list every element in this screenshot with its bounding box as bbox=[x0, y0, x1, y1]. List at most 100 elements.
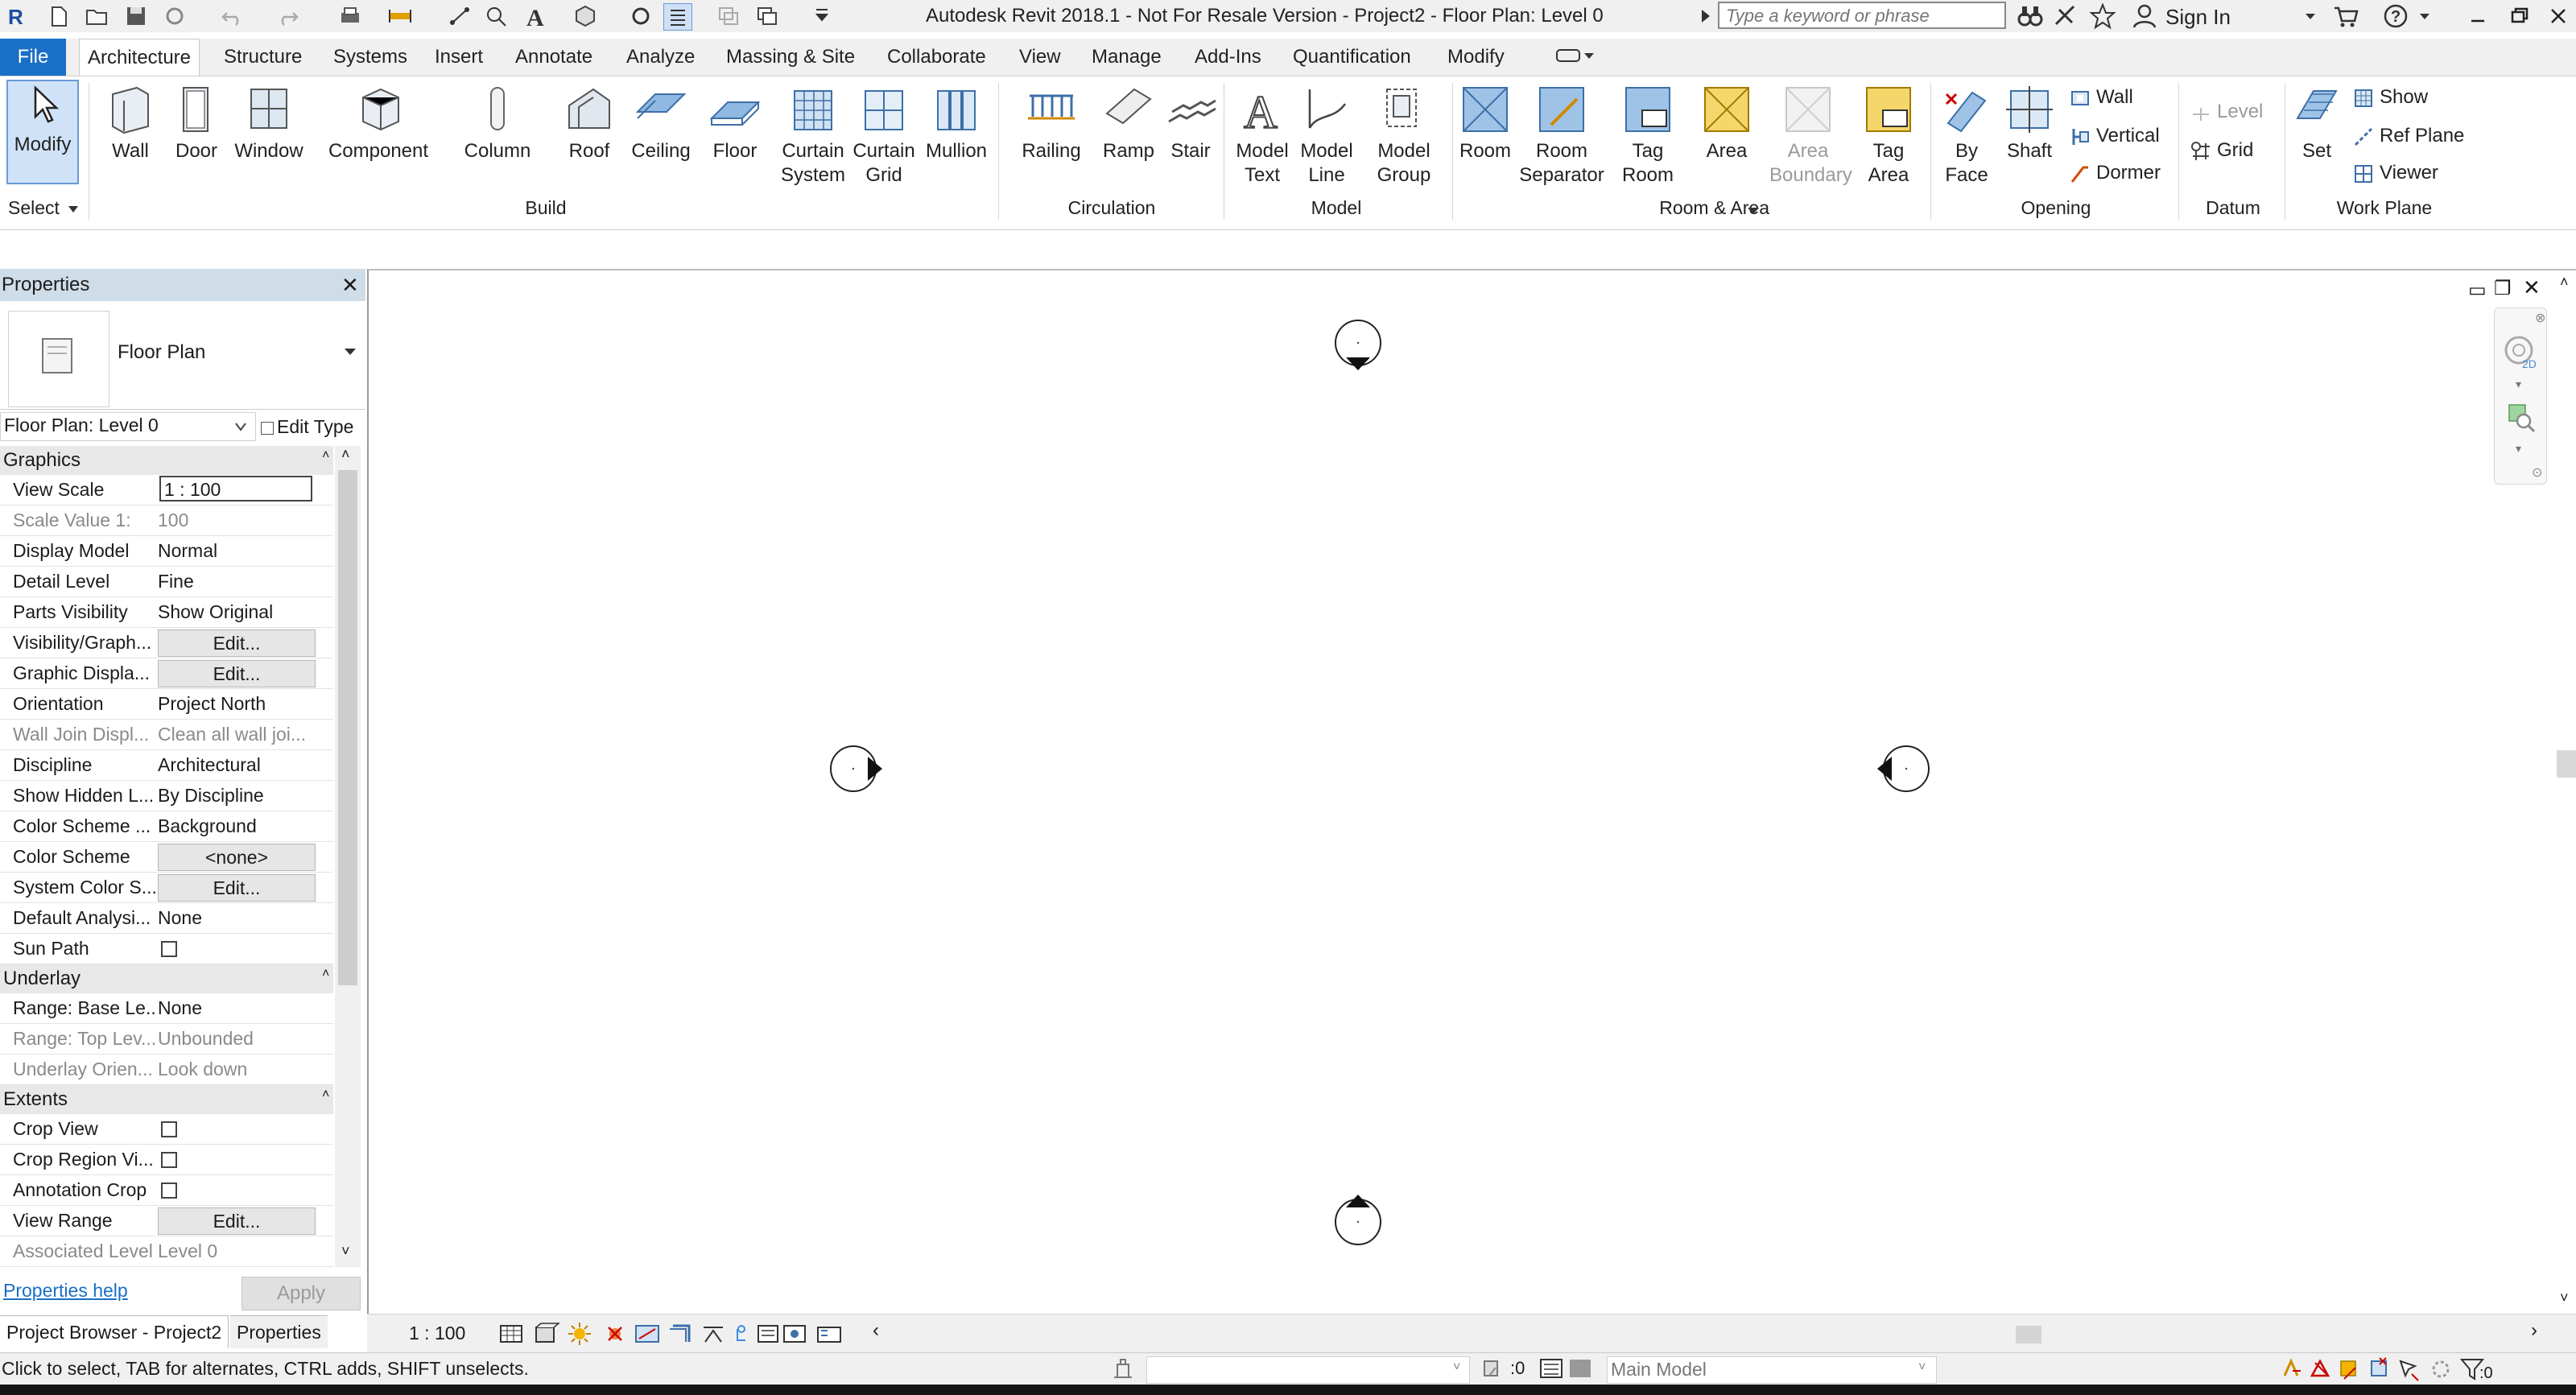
tab-modify[interactable]: Modify bbox=[1443, 39, 1509, 76]
room-button[interactable]: Room bbox=[1455, 83, 1515, 163]
room-area-panel-dropdown-icon[interactable] bbox=[1747, 205, 1760, 220]
area-button[interactable]: Area bbox=[1697, 83, 1757, 163]
group-graphics[interactable]: Graphics ˄ bbox=[0, 446, 333, 475]
open-folder-icon[interactable] bbox=[84, 3, 111, 29]
tab-add-ins[interactable]: Add-Ins bbox=[1190, 39, 1266, 76]
tab-systems[interactable]: Systems bbox=[328, 39, 412, 76]
help-dropdown-icon[interactable] bbox=[2410, 2, 2439, 31]
prop-row-display-model[interactable]: Display Model Normal bbox=[0, 536, 333, 567]
prop-value[interactable]: Architectural bbox=[158, 750, 316, 780]
autodesk-app-store-cart-icon[interactable] bbox=[2331, 2, 2360, 31]
grid-button[interactable]: Grid bbox=[2190, 139, 2253, 163]
room-area-panel-title[interactable]: Room & Area bbox=[1455, 197, 1769, 219]
tab-architecture[interactable]: Architecture bbox=[79, 39, 200, 76]
view-minimize-icon[interactable]: ▭ bbox=[2468, 279, 2487, 302]
help-icon[interactable]: ? bbox=[2381, 2, 2410, 31]
tab-project-browser[interactable]: Project Browser - Project2 bbox=[0, 1315, 229, 1348]
active-design-option-dropdown[interactable]: Main Model ˅ bbox=[1607, 1356, 1937, 1384]
annotation-crop-checkbox[interactable] bbox=[161, 1182, 177, 1199]
prop-row-parts-visibility[interactable]: Parts Visibility Show Original bbox=[0, 597, 333, 628]
collapse-extents-icon[interactable]: ˄ bbox=[322, 1080, 329, 1109]
tab-massing-site[interactable]: Massing & Site bbox=[721, 39, 860, 76]
minimize-window-icon[interactable] bbox=[2463, 2, 2492, 31]
collapse-underlay-icon[interactable]: ˄ bbox=[322, 960, 329, 988]
group-extents[interactable]: Extents ˄ bbox=[0, 1085, 333, 1114]
tab-analyze[interactable]: Analyze bbox=[621, 39, 700, 76]
search-expand-arrow-icon[interactable] bbox=[1700, 8, 1711, 28]
mullion-button[interactable]: Mullion bbox=[919, 83, 993, 163]
canvas-scroll-down-icon[interactable]: ˅ bbox=[2560, 1290, 2569, 1306]
prop-value[interactable]: Normal bbox=[158, 536, 316, 566]
prop-row-default-analysis[interactable]: Default Analysi... None bbox=[0, 903, 333, 934]
sun-path-checkbox[interactable] bbox=[161, 941, 177, 957]
default-3d-view-icon[interactable] bbox=[572, 3, 599, 29]
scroll-up-arrow-icon[interactable]: ˄ bbox=[341, 446, 350, 463]
elevation-marker-north[interactable] bbox=[1330, 316, 1386, 383]
thin-lines-icon[interactable] bbox=[663, 3, 692, 31]
vertical-opening-button[interactable]: Vertical bbox=[2069, 125, 2160, 148]
canvas-horizontal-scrollbar-thumb[interactable] bbox=[2016, 1326, 2041, 1343]
model-group-button[interactable]: Model Group bbox=[1365, 83, 1443, 188]
favorites-star-icon[interactable] bbox=[2088, 2, 2117, 31]
prop-value[interactable]: None bbox=[158, 993, 316, 1023]
prop-row-orientation[interactable]: Orientation Project North bbox=[0, 689, 333, 720]
ramp-button[interactable]: Ramp bbox=[1095, 83, 1162, 163]
column-button[interactable]: Column bbox=[456, 83, 539, 163]
view-close-icon[interactable]: ✕ bbox=[2523, 275, 2541, 300]
canvas-horizontal-scrollbar[interactable] bbox=[889, 1326, 2539, 1343]
tag-area-button[interactable]: Tag Area bbox=[1850, 83, 1927, 188]
graphic-display-edit-button[interactable]: Edit... bbox=[158, 660, 316, 687]
tab-view[interactable]: View bbox=[1014, 39, 1066, 76]
prop-row-range-base-level[interactable]: Range: Base Le... None bbox=[0, 993, 333, 1024]
user-icon[interactable] bbox=[2130, 2, 2159, 31]
collapse-graphics-icon[interactable]: ˄ bbox=[322, 441, 329, 470]
nav-bar-options-icon[interactable]: ⊙ bbox=[2532, 464, 2542, 481]
system-color-schemes-edit-button[interactable]: Edit... bbox=[158, 874, 316, 902]
sync-icon[interactable] bbox=[161, 3, 188, 29]
shaft-button[interactable]: Shaft bbox=[2000, 83, 2059, 163]
curtain-system-button[interactable]: Curtain System bbox=[776, 83, 850, 188]
drawing-area[interactable]: ▭ ❐ ✕ ⊗ 2D ▾ ▾ ⊙ ˄ ˅ bbox=[367, 269, 2576, 1315]
select-panel-title[interactable]: Select bbox=[8, 197, 72, 219]
view-restore-icon[interactable]: ❐ bbox=[2494, 277, 2512, 300]
new-file-icon[interactable] bbox=[45, 3, 72, 29]
print-icon[interactable] bbox=[336, 3, 364, 29]
tab-properties[interactable]: Properties bbox=[230, 1315, 328, 1348]
level-button[interactable]: Level bbox=[2190, 101, 2263, 124]
tab-annotate[interactable]: Annotate bbox=[510, 39, 597, 76]
prop-value[interactable]: None bbox=[158, 903, 316, 933]
text-icon[interactable]: A bbox=[522, 3, 549, 31]
steering-wheel-icon[interactable]: 2D bbox=[2501, 332, 2540, 375]
railing-button[interactable]: Railing bbox=[1016, 83, 1087, 163]
measure-icon[interactable] bbox=[386, 3, 414, 29]
elevation-marker-east[interactable] bbox=[1860, 741, 1934, 797]
view-range-edit-button[interactable]: Edit... bbox=[158, 1207, 316, 1235]
stair-button[interactable]: Stair bbox=[1162, 83, 1219, 163]
tab-quantification[interactable]: Quantification bbox=[1288, 39, 1416, 76]
sign-in-dropdown-icon[interactable] bbox=[2296, 2, 2325, 31]
subscription-center-icon[interactable] bbox=[2051, 2, 2080, 31]
wall-opening-button[interactable]: Wall bbox=[2069, 86, 2133, 109]
crop-region-visible-checkbox[interactable] bbox=[161, 1152, 177, 1168]
zoom-region-icon[interactable] bbox=[2504, 402, 2537, 438]
viewer-button[interactable]: Viewer bbox=[2352, 162, 2438, 185]
prop-row-detail-level[interactable]: Detail Level Fine bbox=[0, 567, 333, 597]
tab-structure[interactable]: Structure bbox=[219, 39, 307, 76]
dormer-opening-button[interactable]: Dormer bbox=[2069, 162, 2161, 185]
roof-button[interactable]: Roof bbox=[555, 83, 623, 163]
close-properties-icon[interactable]: ✕ bbox=[341, 269, 359, 301]
prop-value[interactable]: Fine bbox=[158, 567, 316, 596]
canvas-vertical-scrollbar[interactable]: ˄ ˅ bbox=[2553, 270, 2576, 1315]
elevation-marker-south[interactable] bbox=[1330, 1182, 1386, 1249]
ribbon-minimize-toggle-icon[interactable] bbox=[1555, 45, 1600, 68]
tab-file[interactable]: File bbox=[0, 39, 66, 76]
view-scale-button[interactable]: 1 : 100 bbox=[409, 1323, 465, 1344]
instance-filter-dropdown[interactable]: Floor Plan: Level 0 bbox=[0, 412, 256, 441]
elevation-marker-west[interactable] bbox=[826, 741, 900, 797]
prop-row-color-scheme-location[interactable]: Color Scheme ... Background bbox=[0, 811, 333, 842]
section-icon[interactable] bbox=[628, 3, 655, 29]
canvas-vertical-scrollbar-thumb[interactable] bbox=[2557, 750, 2576, 778]
tag-room-button[interactable]: Tag Room bbox=[1612, 83, 1684, 188]
nav-bar-close-icon[interactable]: ⊗ bbox=[2535, 310, 2545, 326]
set-work-plane-button[interactable]: Set bbox=[2291, 83, 2343, 163]
